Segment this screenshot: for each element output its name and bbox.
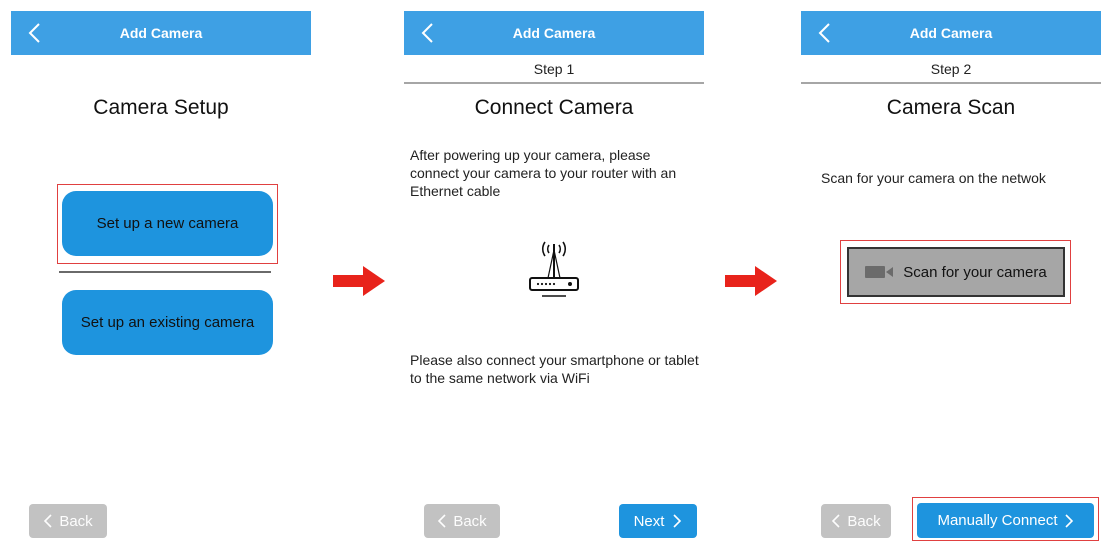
manually-connect-button[interactable]: Manually Connect — [917, 503, 1094, 538]
nav-header: Add Camera — [11, 11, 311, 55]
step-indicator: Step 1 — [404, 56, 704, 84]
scan-label: Scan for your camera — [903, 263, 1047, 281]
red-arrow-icon — [725, 266, 777, 296]
connect-instruction: After powering up your camera, please co… — [410, 147, 677, 199]
connect-camera-screen: Add Camera Step 1 Connect Camera After p… — [404, 0, 704, 542]
back-button[interactable]: Back — [29, 504, 107, 538]
chevron-left-icon — [832, 514, 840, 528]
back-button[interactable]: Back — [821, 504, 891, 538]
step-indicator: Step 2 — [801, 56, 1101, 84]
chevron-right-icon — [673, 514, 682, 528]
header-title: Add Camera — [909, 25, 993, 41]
chevron-left-icon — [44, 514, 52, 528]
back-chevron-icon[interactable] — [418, 21, 440, 45]
wifi-instruction: Please also connect your smartphone or t… — [410, 352, 699, 386]
page-title: Camera Setup — [93, 96, 229, 119]
scan-for-camera-button[interactable]: Scan for your camera — [847, 247, 1065, 297]
camera-setup-screen: Add Camera Camera Setup Set up a new cam… — [11, 0, 311, 542]
page-title: Connect Camera — [474, 96, 634, 119]
red-arrow-icon — [333, 266, 385, 296]
router-wifi-icon — [529, 241, 579, 297]
nav-header: Add Camera — [801, 11, 1101, 55]
next-button[interactable]: Next — [619, 504, 697, 538]
back-label: Back — [453, 512, 487, 530]
camera-scan-screen: Add Camera Step 2 Camera Scan Scan for y… — [801, 0, 1101, 542]
back-chevron-icon[interactable] — [815, 21, 837, 45]
back-label: Back — [847, 512, 881, 530]
next-label: Next — [633, 512, 665, 530]
page-title: Camera Scan — [886, 96, 1016, 119]
back-chevron-icon[interactable] — [25, 21, 47, 45]
back-button[interactable]: Back — [424, 504, 500, 538]
divider — [59, 271, 271, 273]
scan-instruction: Scan for your camera on the netwok — [821, 170, 1046, 186]
set-up-new-camera-button[interactable]: Set up a new camera — [62, 191, 273, 256]
chevron-right-icon — [1064, 513, 1073, 528]
nav-header: Add Camera — [404, 11, 704, 55]
manual-label: Manually Connect — [937, 512, 1058, 529]
camera-icon — [865, 266, 894, 278]
header-title: Add Camera — [119, 25, 203, 41]
chevron-left-icon — [438, 514, 446, 528]
header-title: Add Camera — [512, 25, 596, 41]
set-up-existing-camera-button[interactable]: Set up an existing camera — [62, 290, 273, 355]
back-label: Back — [59, 512, 93, 530]
